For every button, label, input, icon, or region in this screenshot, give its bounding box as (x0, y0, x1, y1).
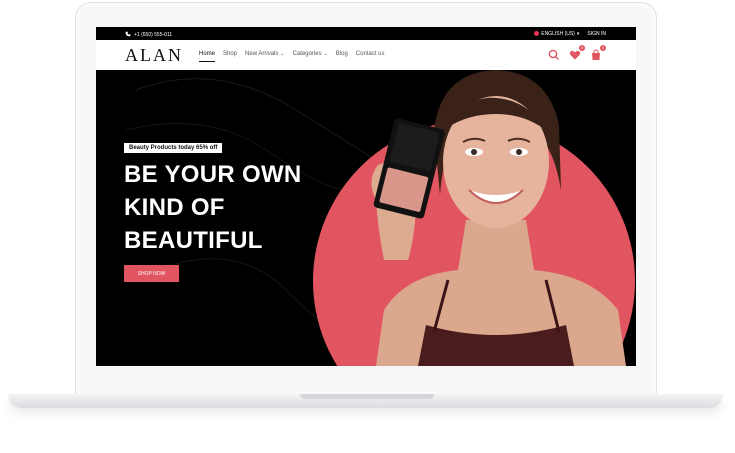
flag-icon (534, 31, 540, 37)
nav-item-new-arrivals[interactable]: New Arrivals ⌄ (245, 51, 285, 57)
promo-badge: Beauty Products today 65% off (124, 143, 223, 153)
search-icon[interactable] (548, 48, 560, 60)
nav-item-label: New Arrivals (245, 51, 279, 57)
wishlist-count-badge: 0 (579, 45, 585, 51)
cart-button[interactable]: 0 (590, 45, 606, 60)
hero-banner: Beauty Products today 65% off BE YOUR OW… (96, 70, 636, 366)
nav-item-shop[interactable]: Shop (223, 51, 237, 57)
nav-item-label: Home (199, 51, 216, 57)
laptop-screen: +1 (650) 555-011 ENGLISH (US) ▾ SIGN IN A… (96, 27, 636, 366)
chevron-down-icon: ⌄ (280, 51, 285, 57)
language-label: ENGLISH (US) (541, 31, 575, 37)
language-selector[interactable]: ENGLISH (US) ▾ (534, 31, 579, 37)
wishlist-button[interactable]: 0 (569, 45, 585, 60)
hero-headline: BE YOUR OWN KIND OF BEAUTIFUL (124, 158, 344, 257)
phone-number: +1 (650) 555-011 (134, 32, 173, 38)
brand-logo[interactable]: ALAN (125, 45, 183, 66)
nav-menu: Home Shop New Arrivals ⌄ Categories ⌄ Blog… (199, 51, 385, 62)
nav-item-categories[interactable]: Categories ⌄ (293, 51, 328, 57)
shopping-bag-icon (592, 49, 600, 60)
nav-item-label: Contact us (355, 51, 385, 57)
sign-in-link[interactable]: SIGN IN (587, 31, 606, 37)
headline-line: BE YOUR OWN (124, 161, 302, 188)
nav-item-label: Blog (335, 51, 348, 57)
laptop-notch (300, 394, 434, 399)
top-bar: +1 (650) 555-011 ENGLISH (US) ▾ SIGN IN (96, 27, 636, 40)
headline-line: KIND OF (124, 194, 225, 221)
heart-icon (569, 50, 581, 60)
headline-line: BEAUTIFUL (124, 227, 263, 254)
model-image (371, 70, 626, 366)
nav-item-label: Shop (223, 51, 238, 57)
nav-item-contact[interactable]: Contact us (356, 51, 385, 57)
shop-now-button[interactable]: SHOP NOW (124, 265, 179, 282)
nav-item-home[interactable]: Home (199, 51, 216, 62)
nav-item-blog[interactable]: Blog (336, 51, 348, 57)
chevron-down-icon: ⌄ (323, 51, 328, 57)
main-nav: ALAN Home Shop New Arrivals ⌄ Categories ⌄… (96, 40, 636, 70)
cart-count-badge: 0 (600, 45, 606, 51)
phone-contact[interactable]: +1 (650) 555-011 (125, 31, 172, 39)
phone-icon (125, 31, 131, 39)
chevron-down-icon: ▾ (576, 31, 580, 37)
nav-item-label: Categories (292, 51, 322, 57)
